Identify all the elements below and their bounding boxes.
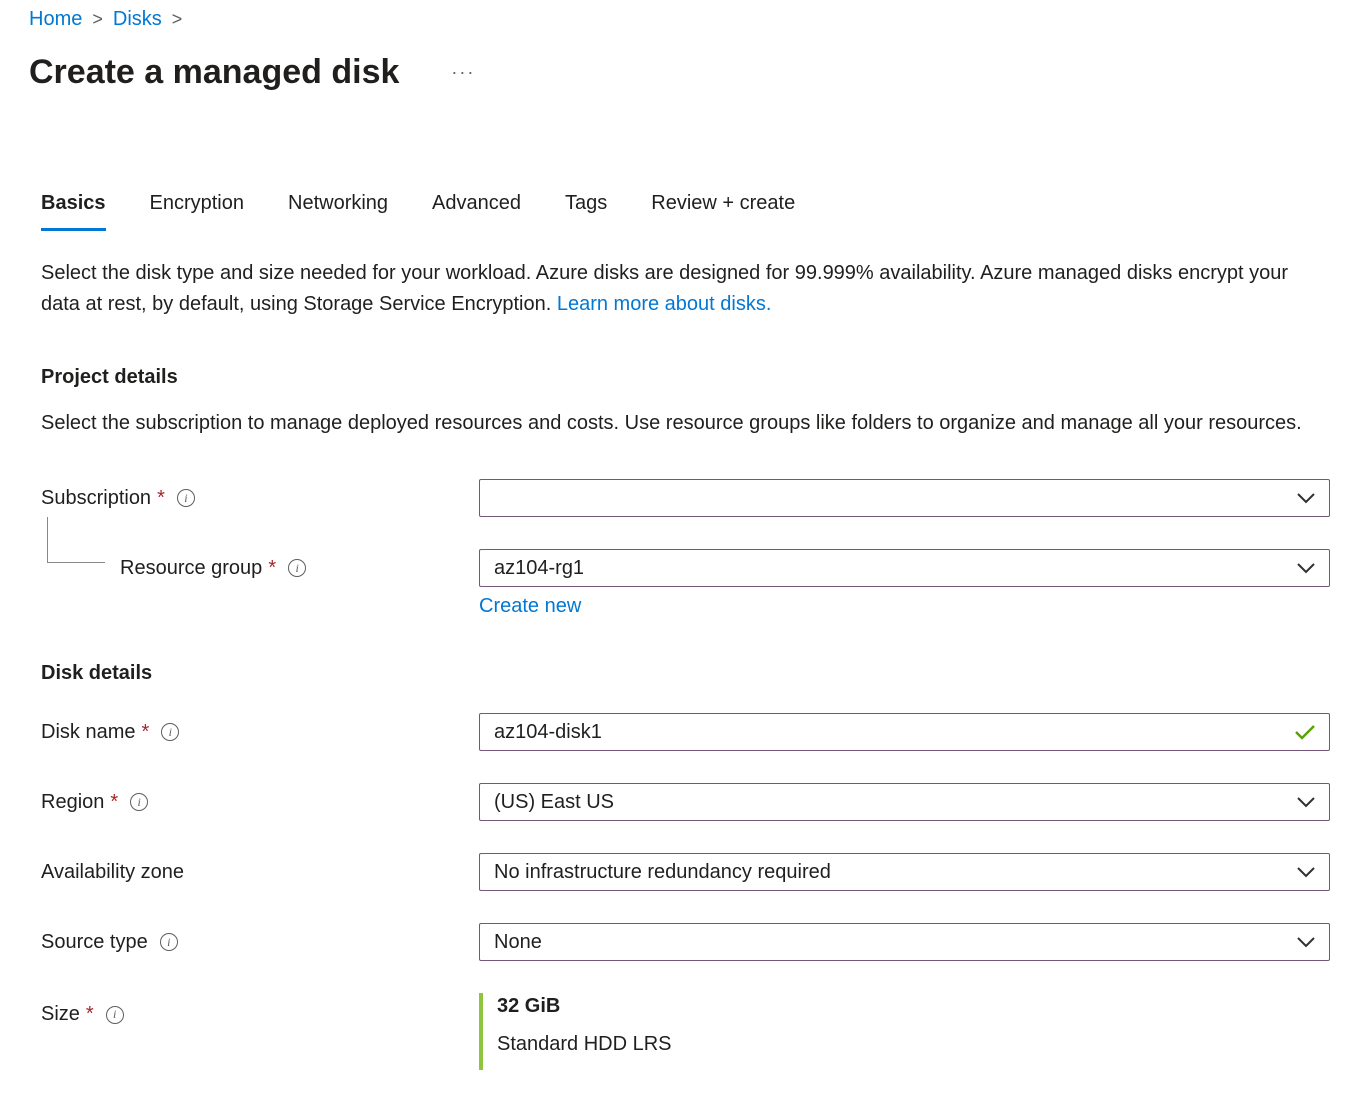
disk-name-row: Disk name * i az104-disk1	[41, 713, 1330, 751]
chevron-down-icon	[1297, 867, 1315, 878]
region-dropdown[interactable]: (US) East US	[479, 783, 1330, 821]
disk-details-heading: Disk details	[41, 662, 1330, 685]
tab-review-create[interactable]: Review + create	[651, 192, 795, 231]
subscription-label: Subscription	[41, 487, 151, 510]
learn-more-disks-link[interactable]: Learn more about disks.	[557, 293, 772, 315]
source-type-label: Source type	[41, 931, 148, 954]
size-label-cell: Size * i	[41, 1003, 479, 1026]
resource-group-row: Resource group * i az104-rg1	[41, 549, 1330, 587]
chevron-down-icon	[1297, 493, 1315, 504]
tree-connector-line	[47, 517, 105, 563]
project-details-description: Select the subscription to manage deploy…	[41, 408, 1330, 439]
source-type-value: None	[494, 931, 542, 954]
info-icon[interactable]: i	[106, 1006, 124, 1024]
region-row: Region * i (US) East US	[41, 783, 1330, 821]
required-asterisk: *	[141, 721, 149, 744]
size-label: Size	[41, 1003, 80, 1026]
title-row: Create a managed disk ···	[29, 53, 1330, 92]
availability-zone-value: No infrastructure redundancy required	[494, 861, 831, 884]
page-header: Home > Disks > Create a managed disk ···…	[0, 0, 1348, 231]
basics-tab-content: Select the disk type and size needed for…	[0, 258, 1348, 1070]
breadcrumb: Home > Disks >	[29, 8, 1330, 31]
info-icon[interactable]: i	[177, 489, 195, 507]
page-title: Create a managed disk	[29, 53, 399, 92]
disk-name-input[interactable]: az104-disk1	[479, 713, 1330, 751]
create-new-link[interactable]: Create new	[479, 595, 581, 617]
region-value: (US) East US	[494, 791, 614, 814]
more-options-button[interactable]: ···	[451, 62, 475, 83]
region-label: Region	[41, 791, 104, 814]
breadcrumb-link-disks[interactable]: Disks	[113, 8, 162, 31]
size-row: Size * i 32 GiB Standard HDD LRS	[41, 993, 1330, 1070]
chevron-down-icon	[1297, 937, 1315, 948]
size-value: 32 GiB	[497, 995, 1330, 1018]
chevron-down-icon	[1297, 797, 1315, 808]
availability-zone-dropdown[interactable]: No infrastructure redundancy required	[479, 853, 1330, 891]
project-details-heading: Project details	[41, 366, 1330, 389]
subscription-row: Subscription * i	[41, 479, 1330, 517]
tab-bar: Basics Encryption Networking Advanced Ta…	[41, 192, 1330, 231]
breadcrumb-link-home[interactable]: Home	[29, 8, 82, 31]
source-type-label-cell: Source type i	[41, 931, 479, 954]
required-asterisk: *	[110, 791, 118, 814]
tab-advanced[interactable]: Advanced	[432, 192, 521, 231]
disk-name-value: az104-disk1	[494, 721, 602, 744]
source-type-dropdown[interactable]: None	[479, 923, 1330, 961]
availability-zone-label-cell: Availability zone	[41, 861, 479, 884]
intro-paragraph: Select the disk type and size needed for…	[41, 258, 1330, 320]
disk-name-label-cell: Disk name * i	[41, 721, 479, 744]
project-details-form: Subscription * i Resource group * i az10…	[41, 479, 1330, 1070]
size-summary-block: 32 GiB Standard HDD LRS	[479, 993, 1330, 1070]
info-icon[interactable]: i	[130, 793, 148, 811]
tab-encryption[interactable]: Encryption	[150, 192, 245, 231]
source-type-row: Source type i None	[41, 923, 1330, 961]
resource-group-label: Resource group	[120, 557, 262, 580]
tab-tags[interactable]: Tags	[565, 192, 607, 231]
info-icon[interactable]: i	[288, 559, 306, 577]
breadcrumb-separator-icon: >	[92, 9, 103, 30]
required-asterisk: *	[268, 557, 276, 580]
resource-group-dropdown[interactable]: az104-rg1	[479, 549, 1330, 587]
resource-group-label-cell: Resource group * i	[41, 557, 479, 580]
info-icon[interactable]: i	[161, 723, 179, 741]
chevron-down-icon	[1297, 563, 1315, 574]
region-label-cell: Region * i	[41, 791, 479, 814]
resource-group-value: az104-rg1	[494, 557, 584, 580]
required-asterisk: *	[157, 487, 165, 510]
availability-zone-label: Availability zone	[41, 861, 184, 884]
tab-basics[interactable]: Basics	[41, 192, 106, 231]
tab-networking[interactable]: Networking	[288, 192, 388, 231]
availability-zone-row: Availability zone No infrastructure redu…	[41, 853, 1330, 891]
create-new-row: Create new	[41, 595, 1330, 618]
required-asterisk: *	[86, 1003, 94, 1026]
valid-check-icon	[1295, 724, 1315, 740]
size-sku[interactable]: Standard HDD LRS	[497, 1033, 1330, 1056]
subscription-label-cell: Subscription * i	[41, 487, 479, 510]
info-icon[interactable]: i	[160, 933, 178, 951]
disk-name-label: Disk name	[41, 721, 135, 744]
subscription-dropdown[interactable]	[479, 479, 1330, 517]
breadcrumb-separator-icon: >	[172, 9, 183, 30]
